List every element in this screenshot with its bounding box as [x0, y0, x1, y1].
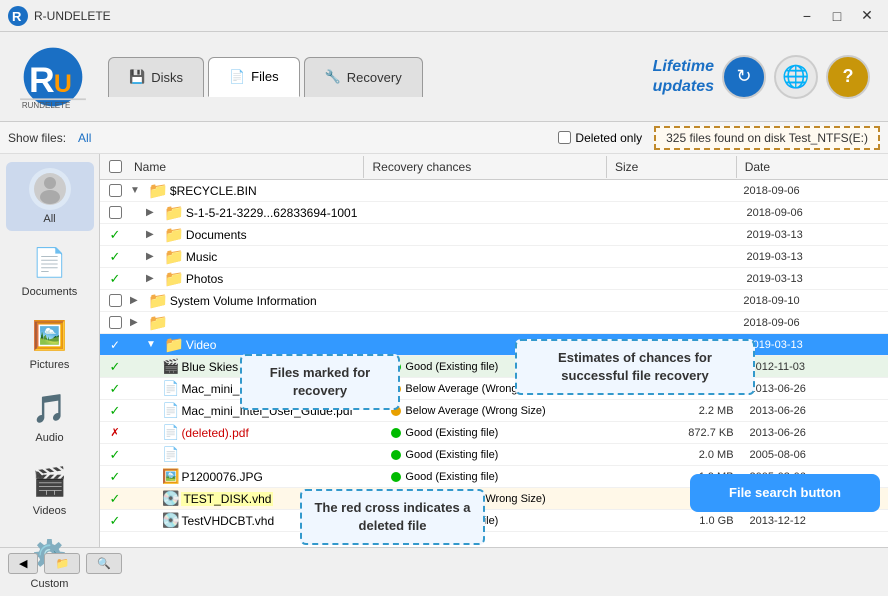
table-row[interactable]: ▶ 📁 System Volume Information 2018-09-10 [100, 290, 888, 312]
deleted-only-checkbox[interactable]: Deleted only [558, 131, 642, 145]
tab-files-label: Files [251, 69, 278, 84]
svg-text:U: U [54, 70, 72, 98]
table-row[interactable]: ✓ ▼ 📁 Video 2019-03-13 [100, 334, 888, 356]
recovery-dot-green [391, 428, 401, 438]
tab-files[interactable]: 📄 Files [208, 57, 300, 97]
svg-text:R: R [12, 9, 22, 24]
recovery-dot-green [391, 450, 401, 460]
back-button[interactable]: ◀ [8, 553, 38, 574]
search-button[interactable]: 🔍 [86, 553, 122, 574]
file-icon: 📄 [229, 69, 245, 85]
callout-files-marked: Files marked for recovery [240, 354, 400, 410]
videos-icon: 🎬 [29, 460, 71, 502]
sidebar-item-all[interactable]: All [6, 162, 94, 231]
table-row[interactable]: ✓ ▶ 📁 Documents 2019-03-13 [100, 224, 888, 246]
recovery-dot-green [391, 472, 401, 482]
sidebar-documents-label: Documents [22, 286, 78, 298]
close-button[interactable]: ✕ [854, 6, 880, 26]
table-row[interactable]: ✓ ▶ 📁 Music 2019-03-13 [100, 246, 888, 268]
app-logo: R U RUNDELETE [8, 39, 98, 114]
table-row[interactable]: ✓ 🎬 Blue Skies (1946)...erlin.Musical.av… [100, 356, 888, 378]
pictures-icon: 🖼️ [29, 314, 71, 356]
table-row[interactable]: ✓ 📄 Mac_mini_Early2009_UG.pdf Below Aver… [100, 378, 888, 400]
expand-icon[interactable]: ▶ [146, 229, 162, 240]
expand-icon[interactable]: ▶ [146, 273, 162, 284]
sidebar-custom-label: Custom [31, 578, 69, 590]
documents-icon: 📄 [29, 241, 71, 283]
sidebar: All 📄 Documents 🖼️ Pictures 🎵 Audio 🎬 Vi… [0, 154, 100, 547]
expand-icon[interactable]: ▶ [130, 317, 146, 328]
file-panel: Name Recovery chances Size Date ▼ 📁 $REC… [100, 154, 888, 547]
found-badge: 325 files found on disk Test_NTFS(E:) [654, 126, 880, 150]
table-row[interactable]: ▶ 📁 2018-09-06 [100, 312, 888, 334]
disk-icon: 💾 [129, 69, 145, 85]
tab-disks-label: Disks [151, 70, 183, 85]
show-files-label: Show files: [8, 131, 66, 145]
expand-icon[interactable]: ▼ [130, 185, 146, 196]
tab-disks[interactable]: 💾 Disks [108, 57, 204, 97]
header-checkbox-col [100, 160, 130, 173]
column-headers: Name Recovery chances Size Date [100, 154, 888, 180]
minimize-button[interactable]: − [794, 6, 820, 26]
table-row[interactable]: ✓ ▶ 📁 Photos 2019-03-13 [100, 268, 888, 290]
show-files-dropdown[interactable]: All [78, 131, 91, 145]
main-content: All 📄 Documents 🖼️ Pictures 🎵 Audio 🎬 Vi… [0, 154, 888, 547]
tab-recovery[interactable]: 🔧 Recovery [304, 57, 423, 97]
table-row[interactable]: ✓ 📄 Good (Existing file) 2.0 MB 2005-08-… [100, 444, 888, 466]
lifetime-text: Lifetime updates [653, 57, 714, 95]
expand-icon[interactable]: ▼ [146, 339, 162, 350]
sidebar-videos-label: Videos [33, 505, 66, 517]
bottom-left-controls: ◀ 📁 🔍 [8, 553, 122, 574]
titlebar: R R-UNDELETE − □ ✕ [0, 0, 888, 32]
folder-button[interactable]: 📁 [44, 553, 80, 574]
sidebar-audio-label: Audio [35, 432, 63, 444]
tab-bar: 💾 Disks 📄 Files 🔧 Recovery [108, 57, 653, 97]
expand-icon[interactable]: ▶ [130, 295, 146, 306]
callout-red-cross: The red cross indicates a deleted file [300, 489, 485, 545]
expand-icon[interactable]: ▶ [146, 251, 162, 262]
sidebar-all-label: All [43, 213, 55, 225]
header: R U RUNDELETE 💾 Disks 📄 Files 🔧 Recovery… [0, 32, 888, 122]
svg-text:RUNDELETE: RUNDELETE [22, 101, 70, 110]
bottom-bar: ◀ 📁 🔍 [0, 547, 888, 579]
table-row[interactable]: ✗ 📄 (deleted).pdf Good (Existing file) 8… [100, 422, 888, 444]
help-button[interactable]: ? [826, 55, 870, 99]
flag-button[interactable]: 🌐 [774, 55, 818, 99]
col-recovery-header: Recovery chances [364, 156, 606, 178]
all-icon [29, 168, 71, 210]
sidebar-item-audio[interactable]: 🎵 Audio [6, 381, 94, 450]
sidebar-item-pictures[interactable]: 🖼️ Pictures [6, 308, 94, 377]
col-size-header: Size [607, 156, 737, 178]
col-date-header: Date [737, 156, 888, 178]
sidebar-pictures-label: Pictures [30, 359, 70, 371]
table-row[interactable]: ▼ 📁 $RECYCLE.BIN 2018-09-06 [100, 180, 888, 202]
toolbar: Show files: All Deleted only 325 files f… [0, 122, 888, 154]
callout-file-search[interactable]: File search button [690, 474, 880, 512]
col-name-header[interactable]: Name [130, 156, 364, 178]
select-all-checkbox[interactable] [109, 160, 122, 173]
table-row[interactable]: ▶ 📁 S-1-5-21-3229...62833694-1001 2018-0… [100, 202, 888, 224]
table-row[interactable]: ✓ 💽 TestVHDCBT.vhd Good (Existing file) … [100, 510, 888, 532]
app-logo-small: R [8, 6, 28, 26]
table-row[interactable]: ✓ 📄 Mac_mini_Intel_User_Guide.pdf Below … [100, 400, 888, 422]
refresh-button[interactable]: ↻ [722, 55, 766, 99]
sidebar-item-videos[interactable]: 🎬 Videos [6, 454, 94, 523]
expand-icon[interactable]: ▶ [146, 207, 162, 218]
maximize-button[interactable]: □ [824, 6, 850, 26]
recovery-icon: 🔧 [325, 69, 341, 85]
sidebar-item-documents[interactable]: 📄 Documents [6, 235, 94, 304]
callout-estimates: Estimates of chances for successful file… [515, 339, 755, 395]
window-controls: − □ ✕ [794, 6, 880, 26]
lifetime-banner: Lifetime updates ↻ 🌐 ? [653, 55, 880, 99]
app-title: R-UNDELETE [34, 9, 794, 23]
audio-icon: 🎵 [29, 387, 71, 429]
tab-recovery-label: Recovery [347, 70, 402, 85]
svg-text:R: R [29, 60, 55, 100]
